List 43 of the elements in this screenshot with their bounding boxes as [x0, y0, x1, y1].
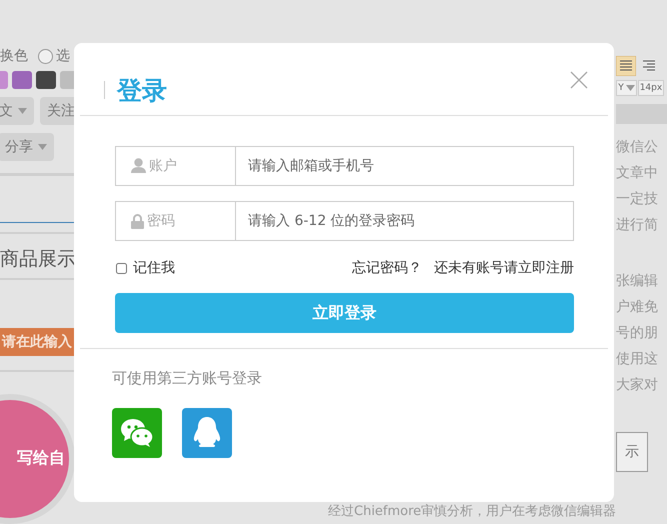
color-label: 换色	[0, 47, 28, 65]
align-justify-icon[interactable]	[616, 56, 636, 76]
text-link[interactable]: 还未有账号请立即注册	[434, 259, 574, 277]
article-line: 微信公	[616, 138, 660, 156]
account-field[interactable]: 请输入邮箱或手机号	[235, 146, 574, 186]
close-button[interactable]	[570, 71, 588, 89]
radio-button[interactable]	[38, 48, 53, 64]
article-line: 进行简	[616, 216, 660, 234]
text-link[interactable]: 忘记密码？	[352, 259, 422, 277]
third-party-label: 可使用第三方账号登录	[112, 369, 263, 388]
lock-icon	[131, 214, 144, 228]
font-select[interactable]: Y	[616, 80, 637, 96]
article-line: 号的朋	[616, 324, 660, 342]
preview-button[interactable]: 示	[616, 432, 648, 472]
field-label: 账户	[149, 157, 177, 175]
article-line: 使用这	[616, 350, 660, 368]
field-label: 密码	[147, 212, 175, 230]
article-text: 经过Chiefmore审慎分析，用户在考虑微信编辑器	[328, 503, 616, 520]
radio-label: 选	[56, 47, 70, 65]
caret-icon	[18, 108, 27, 114]
article-line: 大家对	[616, 376, 660, 394]
penguin-icon	[193, 416, 221, 450]
remember-label: 记住我	[133, 259, 176, 277]
color-swatch[interactable]	[36, 71, 56, 89]
caret-icon	[626, 85, 635, 91]
social-login-button[interactable]	[112, 408, 162, 458]
article-line: 张编辑	[616, 272, 660, 290]
user-icon	[131, 158, 146, 174]
social-login-button[interactable]	[182, 408, 232, 458]
circle-text: 写给自	[17, 448, 65, 470]
article-line: 文章中	[616, 164, 660, 182]
remember-checkbox[interactable]	[116, 262, 127, 274]
chat-bubbles-icon	[120, 418, 154, 448]
dropdown[interactable]: 分享	[0, 133, 54, 161]
section-title: 商品展示	[0, 247, 77, 272]
caret-icon	[38, 144, 47, 150]
article-line: 一定技	[616, 190, 660, 208]
login-button[interactable]: 立即登录	[115, 293, 574, 333]
password-field[interactable]: 请输入 6-12 位的登录密码	[235, 201, 574, 241]
color-swatch[interactable]	[12, 71, 32, 89]
dialog-title: 登录	[117, 74, 168, 106]
size-select[interactable]: 14px	[638, 80, 664, 96]
article-line: 户难免	[616, 298, 660, 316]
